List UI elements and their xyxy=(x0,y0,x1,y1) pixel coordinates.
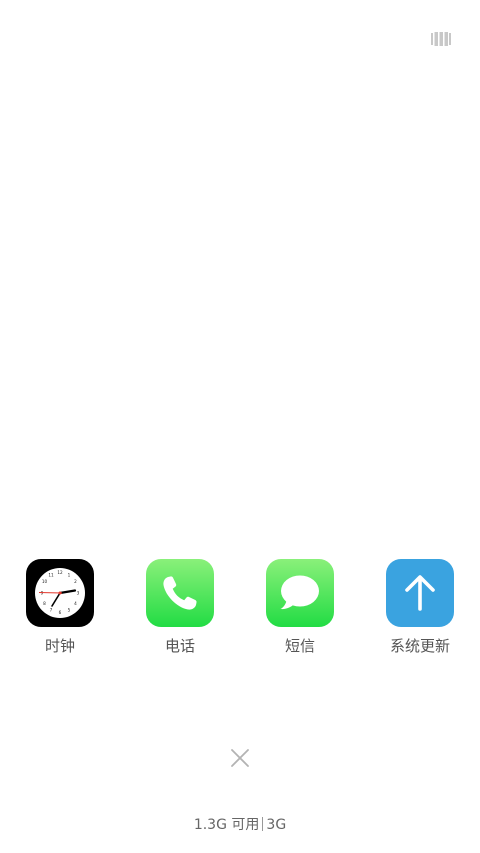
recent-apps-row: 12 1 2 3 4 5 6 7 8 9 10 11 xyxy=(0,559,480,659)
svg-text:12: 12 xyxy=(57,570,63,575)
svg-text:1: 1 xyxy=(68,573,71,578)
recent-app-clock[interactable]: 12 1 2 3 4 5 6 7 8 9 10 11 xyxy=(10,559,110,659)
svg-text:4: 4 xyxy=(74,601,77,606)
memory-info: 1.3G 可用 3G xyxy=(0,815,480,835)
svg-text:3: 3 xyxy=(77,591,80,596)
layout-toggle-button[interactable] xyxy=(431,31,451,46)
messages-icon xyxy=(266,559,334,627)
recent-apps-screen: 12 1 2 3 4 5 6 7 8 9 10 11 xyxy=(0,0,480,853)
memory-total: 3G xyxy=(266,817,287,833)
svg-text:11: 11 xyxy=(48,573,54,578)
app-label: 短信 xyxy=(284,637,315,655)
app-label: 电话 xyxy=(164,637,195,655)
close-icon xyxy=(231,749,249,767)
recent-app-phone[interactable]: 电话 xyxy=(130,559,230,659)
recent-app-system-update[interactable]: 系统更新 xyxy=(370,559,470,659)
svg-text:6: 6 xyxy=(59,610,62,615)
close-all-button[interactable] xyxy=(228,746,252,770)
svg-text:7: 7 xyxy=(50,608,53,613)
svg-text:5: 5 xyxy=(68,608,71,613)
app-label: 时钟 xyxy=(44,637,75,655)
svg-text:10: 10 xyxy=(42,579,48,584)
svg-text:8: 8 xyxy=(43,601,46,606)
system-update-icon xyxy=(386,559,454,627)
svg-text:2: 2 xyxy=(74,579,77,584)
memory-separator xyxy=(262,817,264,831)
memory-available: 1.3G 可用 xyxy=(193,817,260,833)
recent-app-messages[interactable]: 短信 xyxy=(250,559,350,659)
phone-icon xyxy=(146,559,214,627)
clock-icon: 12 1 2 3 4 5 6 7 8 9 10 11 xyxy=(26,559,94,627)
grid-layout-icon xyxy=(431,32,451,46)
app-label: 系统更新 xyxy=(389,637,450,655)
